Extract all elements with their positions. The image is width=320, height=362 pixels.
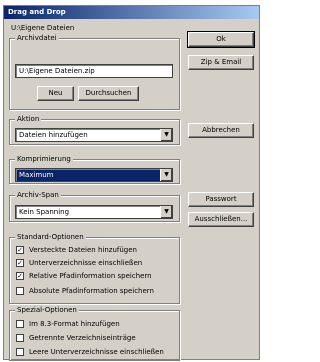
checkbox[interactable] <box>16 334 24 342</box>
spanning-group: Archiv-Span Kein Spanning ▼ <box>9 191 180 222</box>
compression-select[interactable]: Maximum ▼ <box>15 168 173 182</box>
chevron-down-icon[interactable]: ▼ <box>160 206 172 218</box>
action-legend: Aktion <box>15 115 42 124</box>
spanning-value: Kein Spanning <box>19 208 70 216</box>
cancel-button[interactable]: Abbrechen <box>188 123 254 138</box>
checkbox[interactable] <box>16 320 24 328</box>
new-button[interactable]: Neu <box>37 86 74 101</box>
standard-options-group: Standard-Optionen ✓ Versteckte Dateien hi… <box>9 233 180 304</box>
chevron-down-icon[interactable]: ▼ <box>160 129 172 141</box>
compression-legend: Komprimierung <box>15 155 73 164</box>
special-options-legend: Spezial-Optionen <box>15 306 79 315</box>
standard-options-legend: Standard-Optionen <box>15 233 86 242</box>
ok-button[interactable]: Ok <box>187 31 255 48</box>
path-label: U:\Eigene Dateien <box>11 24 75 32</box>
action-group: Aktion Dateien hinzufügen ▼ <box>9 115 180 145</box>
browse-button[interactable]: Durchsuchen <box>78 86 139 101</box>
special-options-group: Spezial-Optionen Im 8.3-Format hinzufüge… <box>9 306 180 361</box>
action-value: Dateien hinzufügen <box>19 131 88 139</box>
checkbox[interactable] <box>16 348 24 356</box>
checkbox[interactable]: ✓ <box>16 259 24 267</box>
drag-drop-dialog: Drag and Drop U:\Eigene Dateien Archivda… <box>3 5 260 361</box>
compression-value: Maximum <box>19 171 54 179</box>
chevron-down-icon[interactable]: ▼ <box>160 169 172 181</box>
archive-file-legend: Archivdatei <box>15 34 59 43</box>
dialog-title: Drag and Drop <box>4 6 259 19</box>
archive-path-input[interactable]: U:\Eigene Dateien.zip <box>15 64 173 78</box>
action-select[interactable]: Dateien hinzufügen ▼ <box>15 128 173 142</box>
compression-group: Komprimierung Maximum ▼ <box>9 155 180 184</box>
spanning-select[interactable]: Kein Spanning ▼ <box>15 205 173 219</box>
checkbox[interactable]: ✓ <box>16 246 24 254</box>
spanning-legend: Archiv-Span <box>15 191 61 200</box>
password-button[interactable]: Passwort <box>188 192 254 207</box>
zip-email-button[interactable]: Zip & Email <box>188 55 254 70</box>
archive-file-group: Archivdatei U:\Eigene Dateien.zip Neu Du… <box>9 34 180 110</box>
checkbox[interactable] <box>16 287 24 295</box>
exclude-button[interactable]: Ausschließen... <box>188 212 254 227</box>
checkbox[interactable]: ✓ <box>16 272 24 280</box>
